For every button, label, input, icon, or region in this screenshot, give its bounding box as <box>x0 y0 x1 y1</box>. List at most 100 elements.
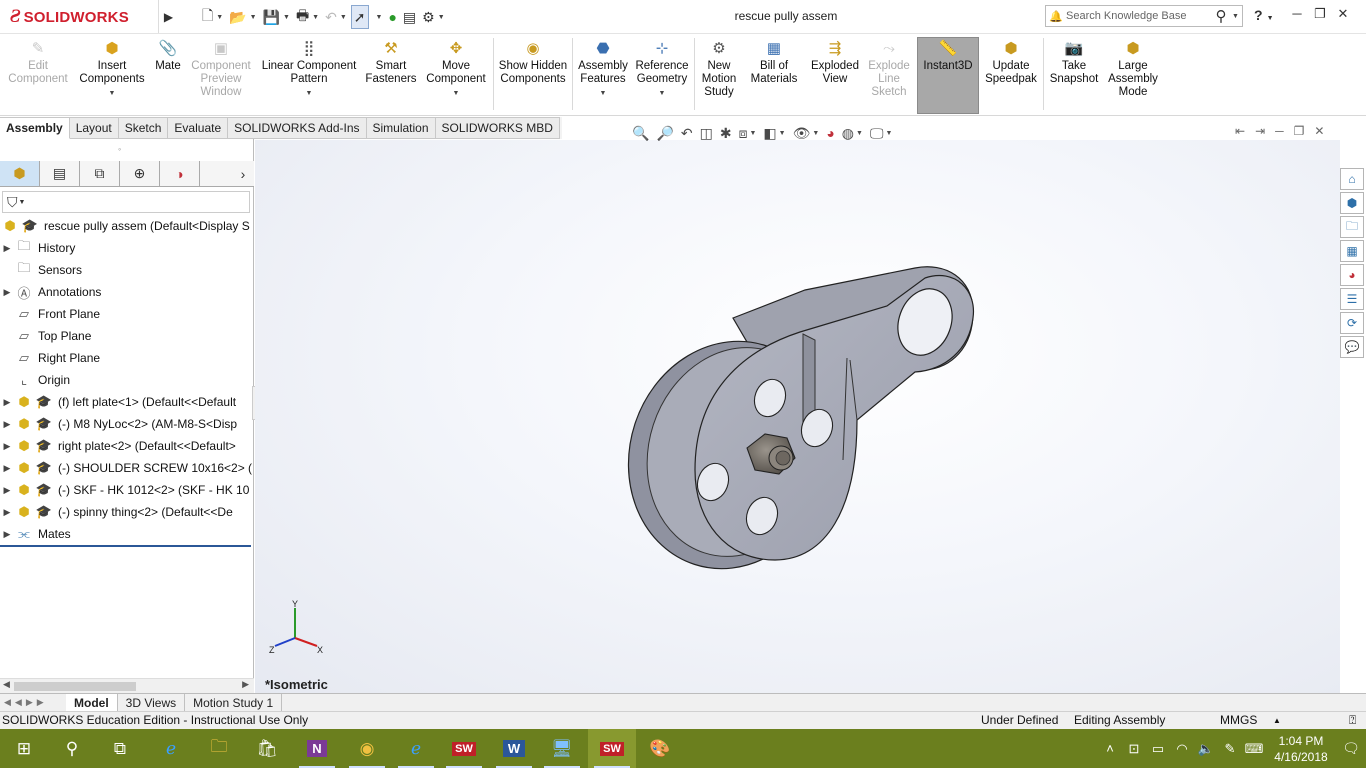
menu-expand-arrow-icon[interactable]: ▶ <box>158 0 178 33</box>
tab-solidworks-add-ins[interactable]: SOLIDWORKS Add-Ins <box>228 117 367 139</box>
restore-icon[interactable]: ❐ <box>1294 124 1305 138</box>
edit-component-button[interactable]: ✎ Edit Component <box>6 38 70 86</box>
tree-item-top-plane[interactable]: ▱ Top Plane <box>0 325 252 347</box>
options-button[interactable]: ⚙ ▼ <box>420 5 447 29</box>
search-icon[interactable]: ⚲ <box>1210 7 1232 25</box>
chevron-down-icon[interactable]: ▼ <box>250 14 257 21</box>
search-input[interactable]: Search Knowledge Base <box>1066 10 1210 22</box>
system-clock[interactable]: 1:04 PM 4/16/2018 <box>1266 733 1336 765</box>
scroll-right-icon[interactable]: ▶ <box>242 679 249 690</box>
expand-arrow-icon[interactable]: ▶ <box>0 419 14 430</box>
internet-explorer-icon[interactable]: ℯ <box>392 729 440 768</box>
expand-arrow-icon[interactable]: ▶ <box>0 485 14 496</box>
tab-sketch[interactable]: Sketch <box>118 117 169 139</box>
network-icon[interactable]: ⊡ <box>1122 741 1146 757</box>
expand-arrow-icon[interactable]: ▶ <box>0 463 14 474</box>
edit-appearance-icon[interactable]: ◕ <box>826 123 834 143</box>
print-button[interactable]: 🖶 ▼ <box>294 5 321 29</box>
custom-properties-icon[interactable]: ☰ <box>1340 288 1364 310</box>
tree-item-mates[interactable]: ▶ ⫘ Mates <box>0 523 252 545</box>
open-button[interactable]: 📂 ▼ <box>227 5 258 29</box>
store-icon[interactable]: 🛍 <box>243 729 291 768</box>
collapse-left-icon[interactable]: ⇤ <box>1235 124 1245 138</box>
tree-item-component[interactable]: ▶ ⬢ 🎓 (-) M8 NyLoc<2> (AM-M8-S<Disp <box>0 413 252 435</box>
tree-item-origin[interactable]: ⌞ Origin <box>0 369 252 391</box>
hide-show-items-icon[interactable]: 👁 ▼ <box>793 123 820 143</box>
status-help-icon[interactable]: ⍰ <box>1349 713 1356 728</box>
windows-start-icon[interactable]: ⊞ <box>0 729 48 768</box>
tab-simulation[interactable]: Simulation <box>366 117 436 139</box>
undo-button[interactable]: ↶ ▼ <box>323 5 349 29</box>
minimize-icon[interactable]: ─ <box>1289 6 1305 22</box>
solidworks-taskbar-icon[interactable]: SW <box>440 729 488 768</box>
help-button[interactable]: ? ▼ <box>1254 7 1274 23</box>
tab-motion-study-1[interactable]: Motion Study 1 <box>185 694 283 711</box>
exploded-view-button[interactable]: ⇶ Exploded View <box>806 38 864 86</box>
display-manager-tab-icon[interactable]: ◑ <box>160 161 200 186</box>
dynamic-annotation-icon[interactable]: ✱ <box>720 123 732 143</box>
zoom-to-area-icon[interactable]: 🔎 <box>656 123 673 143</box>
edge-browser-icon[interactable]: ℯ <box>147 729 195 768</box>
instant3d-button[interactable]: 📏 Instant3D <box>917 37 979 114</box>
chevron-right-icon[interactable]: › <box>232 161 254 186</box>
chevron-down-icon[interactable]: ▼ <box>659 87 666 100</box>
search-scope-icon[interactable]: 🔔 <box>1046 10 1066 23</box>
update-speedpak-button[interactable]: ⬢ Update Speedpak <box>983 38 1039 86</box>
mate-button[interactable]: 📎 Mate <box>151 38 185 73</box>
save-button[interactable]: 💾 ▼ <box>261 5 292 29</box>
tree-item-component[interactable]: ▶ ⬢ 🎓 (-) SKF - HK 1012<2> (SKF - HK 10 <box>0 479 252 501</box>
scroll-left-icon[interactable]: ◀ <box>3 679 10 690</box>
panel-grip-icon[interactable]: ◦ <box>118 144 121 154</box>
chevron-down-icon[interactable]: ▼ <box>453 87 460 100</box>
rebuild-button[interactable]: ● <box>386 5 398 29</box>
close-icon[interactable]: ✕ <box>1335 6 1351 22</box>
minimize-icon[interactable]: ─ <box>1275 124 1284 138</box>
tab-model[interactable]: Model <box>66 694 118 711</box>
rollback-bar[interactable] <box>0 545 251 547</box>
keyboard-icon[interactable]: ⌨ <box>1242 741 1266 757</box>
design-library-icon[interactable]: 🗀 <box>1340 216 1364 238</box>
close-icon[interactable]: ✕ <box>1314 124 1324 138</box>
section-view-icon[interactable]: ◫ <box>700 123 713 143</box>
task-view-icon[interactable]: ⧉ <box>96 729 144 768</box>
wifi-icon[interactable]: ◠ <box>1170 741 1194 757</box>
chevron-down-icon[interactable]: ▼ <box>283 14 290 21</box>
tab-scroll-arrows-icon[interactable]: ◀◀▶▶ <box>0 697 66 708</box>
tab-assembly[interactable]: Assembly <box>0 117 70 139</box>
search-icon[interactable]: ⚲ <box>48 729 96 768</box>
new-motion-study-button[interactable]: ⚙ New Motion Study <box>697 38 741 99</box>
tab-evaluate[interactable]: Evaluate <box>168 117 229 139</box>
apply-scene-icon[interactable]: ◍ ▼ <box>842 123 863 143</box>
solidworks-logo[interactable]: Ƨ SOLIDWORKS <box>10 4 158 30</box>
tab-layout[interactable]: Layout <box>69 117 119 139</box>
solidworks-resources-icon[interactable]: ⬢ <box>1340 192 1364 214</box>
tree-item-component[interactable]: ▶ ⬢ 🎓 right plate<2> (Default<<Default> <box>0 435 252 457</box>
select-dropdown[interactable]: ▼ <box>371 5 385 29</box>
configuration-manager-tab-icon[interactable]: ⧉ <box>80 161 120 186</box>
tree-item-sensors[interactable]: 🗀 Sensors <box>0 259 252 281</box>
chevron-up-icon[interactable]: ˄ <box>1098 741 1122 756</box>
pulley-assembly-model[interactable] <box>625 260 995 580</box>
remote-desktop-icon[interactable]: 🖥 <box>538 729 586 768</box>
chevron-down-icon[interactable]: ▼ <box>600 87 607 100</box>
tree-item-component[interactable]: ▶ ⬢ 🎓 (-) spinny thing<2> (Default<<De <box>0 501 252 523</box>
view-orientation-icon[interactable]: ⧈ ▼ <box>739 123 757 143</box>
expand-arrow-icon[interactable]: ▶ <box>0 397 14 408</box>
restore-icon[interactable]: ❐ <box>1312 6 1328 22</box>
tree-root[interactable]: ⬢ 🎓 rescue pully assem (Default<Display … <box>0 215 252 237</box>
expand-arrow-icon[interactable]: ▶ <box>0 441 14 452</box>
unit-system-arrow-icon[interactable]: ▲ <box>1273 716 1281 725</box>
word-icon[interactable]: W <box>490 729 538 768</box>
chevron-down-icon[interactable]: ▼ <box>109 87 116 100</box>
file-explorer-icon[interactable]: 🗀 <box>195 729 243 768</box>
panel-horizontal-scrollbar[interactable]: ◀ ▶ <box>0 678 254 693</box>
pen-icon[interactable]: ✎ <box>1218 741 1242 757</box>
explode-line-sketch-button[interactable]: ⤳ Explode Line Sketch <box>866 38 912 99</box>
chevron-down-icon[interactable]: ▼ <box>438 14 445 21</box>
expand-arrow-icon[interactable]: ▶ <box>0 243 14 254</box>
select-button[interactable]: ➚ <box>350 5 369 29</box>
expand-arrow-icon[interactable]: ▶ <box>0 529 14 540</box>
appearances-icon[interactable]: ◕ <box>1340 264 1364 286</box>
chrome-icon[interactable]: ◉ <box>343 729 391 768</box>
tree-item-front-plane[interactable]: ▱ Front Plane <box>0 303 252 325</box>
